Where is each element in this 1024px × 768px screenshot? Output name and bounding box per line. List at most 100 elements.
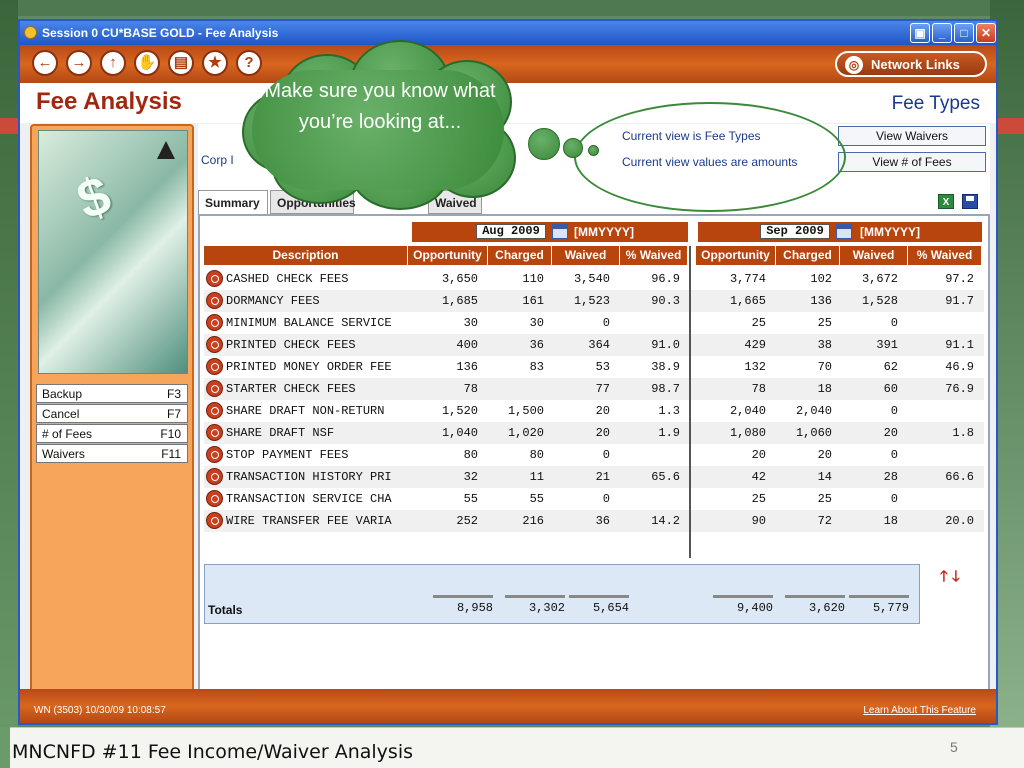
table-row: STOP PAYMENT FEES 80 80 0 20 20 0 bbox=[204, 444, 984, 466]
row-description: PRINTED MONEY ORDER FEE bbox=[226, 360, 392, 374]
calendar-icon[interactable] bbox=[552, 224, 568, 239]
period-2-input[interactable]: Sep 2009 bbox=[760, 224, 830, 239]
row-description: DORMANCY FEES bbox=[226, 294, 320, 308]
cancel-button[interactable]: Cancel F7 bbox=[36, 404, 188, 423]
magnify-icon[interactable] bbox=[206, 490, 223, 507]
col-header-opportunity: Opportunity bbox=[696, 246, 776, 265]
row-value: 1,500 bbox=[507, 404, 544, 418]
calendar-icon[interactable] bbox=[836, 224, 852, 239]
row-value: 2,040 bbox=[795, 404, 832, 418]
row-value: 3,650 bbox=[441, 272, 478, 286]
excel-icon[interactable]: X bbox=[938, 194, 954, 209]
row-value: 30 bbox=[463, 316, 478, 330]
table-row: DORMANCY FEES 1,685 161 1,523 90.3 1,665 136 1,… bbox=[204, 290, 984, 312]
corp-label: Corp I bbox=[201, 153, 234, 167]
row-value: 25 bbox=[817, 316, 832, 330]
maximize-button[interactable]: □ bbox=[954, 23, 974, 43]
magnify-icon[interactable] bbox=[206, 336, 223, 353]
row-value: 14 bbox=[817, 470, 832, 484]
row-value: 0 bbox=[890, 492, 898, 506]
waivers-button[interactable]: Waivers F11 bbox=[36, 444, 188, 463]
forward-arrow-icon[interactable]: → bbox=[66, 50, 92, 76]
row-value: 14.2 bbox=[651, 514, 680, 528]
magnify-icon[interactable] bbox=[206, 292, 223, 309]
highlight-oval bbox=[574, 102, 846, 212]
printer-icon[interactable]: ▤ bbox=[168, 50, 194, 76]
row-value: 102 bbox=[810, 272, 832, 286]
hand-stop-icon[interactable]: ✋ bbox=[134, 50, 160, 76]
row-value: 90.3 bbox=[651, 294, 680, 308]
up-arrow-icon[interactable]: ↑ bbox=[100, 50, 126, 76]
row-value: 20.0 bbox=[945, 514, 974, 528]
magnify-icon[interactable] bbox=[206, 270, 223, 287]
app-icon bbox=[24, 26, 37, 39]
row-description: SHARE DRAFT NSF bbox=[226, 426, 335, 440]
fee-grid: Aug 2009 [MMYYYY] Sep 2009 [MMYYYY] Desc… bbox=[198, 214, 990, 696]
table-row: PRINTED CHECK FEES 400 36 364 91.0 429 38 391 91… bbox=[204, 334, 984, 356]
row-value: 91.1 bbox=[945, 338, 974, 352]
magnify-icon[interactable] bbox=[206, 446, 223, 463]
save-icon[interactable] bbox=[962, 194, 978, 209]
row-value: 70 bbox=[817, 360, 832, 374]
learn-about-link[interactable]: Learn About This Feature bbox=[863, 705, 976, 716]
view-waivers-button[interactable]: View Waivers bbox=[838, 126, 986, 146]
row-value: 32 bbox=[463, 470, 478, 484]
magnify-icon[interactable] bbox=[206, 402, 223, 419]
magnify-icon[interactable] bbox=[206, 380, 223, 397]
period-1-format: [MMYYYY] bbox=[574, 225, 634, 239]
fkey-label: Waivers bbox=[42, 447, 85, 461]
close-button[interactable]: ✕ bbox=[976, 23, 996, 43]
col-header-description: Description bbox=[204, 246, 408, 265]
row-value: 20 bbox=[817, 448, 832, 462]
row-value: 1,523 bbox=[573, 294, 610, 308]
table-row: CASHED CHECK FEES 3,650 110 3,540 96.9 3,774 1… bbox=[204, 268, 984, 290]
total-waived-p2: 5,779 bbox=[872, 601, 909, 615]
network-links-button[interactable]: ◎ Network Links bbox=[835, 51, 987, 77]
table-row: SHARE DRAFT NSF 1,040 1,020 20 1.9 1,080 1,060… bbox=[204, 422, 984, 444]
magnify-icon[interactable] bbox=[206, 512, 223, 529]
row-value: 1,020 bbox=[507, 426, 544, 440]
fkey-label: # of Fees bbox=[42, 427, 93, 441]
slide-page-number: 5 bbox=[950, 739, 958, 755]
row-value: 76.9 bbox=[945, 382, 974, 396]
magnify-icon[interactable] bbox=[206, 468, 223, 485]
row-value: 55 bbox=[529, 492, 544, 506]
row-value: 30 bbox=[529, 316, 544, 330]
magnify-icon[interactable] bbox=[206, 314, 223, 331]
num-fees-button[interactable]: # of Fees F10 bbox=[36, 424, 188, 443]
arrow-up-icon[interactable]: 🡑 bbox=[940, 568, 948, 585]
backup-button[interactable]: Backup F3 bbox=[36, 384, 188, 403]
arrow-down-icon[interactable]: 🡓 bbox=[952, 568, 960, 585]
row-value: 391 bbox=[876, 338, 898, 352]
fkey-shortcut: F3 bbox=[166, 387, 181, 401]
function-key-list: Backup F3 Cancel F7 # of Fees F10 Waivers F1… bbox=[36, 384, 188, 464]
row-description: MINIMUM BALANCE SERVICE bbox=[226, 316, 392, 330]
col-header-pct-waived: % Waived bbox=[908, 246, 982, 265]
star-icon[interactable]: ★ bbox=[202, 50, 228, 76]
row-value: 25 bbox=[817, 492, 832, 506]
row-value: 18 bbox=[817, 382, 832, 396]
magnify-icon[interactable] bbox=[206, 424, 223, 441]
period-1-input[interactable]: Aug 2009 bbox=[476, 224, 546, 239]
total-rule bbox=[505, 595, 565, 598]
fkey-shortcut: F10 bbox=[160, 427, 181, 441]
row-value: 161 bbox=[522, 294, 544, 308]
back-arrow-icon[interactable]: ← bbox=[32, 50, 58, 76]
row-value: 429 bbox=[744, 338, 766, 352]
row-value: 18 bbox=[883, 514, 898, 528]
callout-cloud: Make sure you know what you’re looking a… bbox=[232, 40, 524, 212]
view-num-fees-button[interactable]: View # of Fees bbox=[838, 152, 986, 172]
row-value: 62 bbox=[883, 360, 898, 374]
restore-icon[interactable]: ▣ bbox=[910, 23, 930, 43]
minimize-button[interactable]: _ bbox=[932, 23, 952, 43]
col-header-waived: Waived bbox=[840, 246, 908, 265]
magnify-icon[interactable] bbox=[206, 358, 223, 375]
row-value: 1,520 bbox=[441, 404, 478, 418]
row-value: 2,040 bbox=[729, 404, 766, 418]
col-header-charged: Charged bbox=[776, 246, 840, 265]
row-value: 3,774 bbox=[729, 272, 766, 286]
table-row: TRANSACTION HISTORY PRI 32 11 21 65.6 42 14 28 6… bbox=[204, 466, 984, 488]
row-value: 36 bbox=[529, 338, 544, 352]
totals-panel: Totals 8,958 3,302 5,654 9,400 3,620 5,7… bbox=[204, 564, 920, 624]
row-value: 36 bbox=[595, 514, 610, 528]
